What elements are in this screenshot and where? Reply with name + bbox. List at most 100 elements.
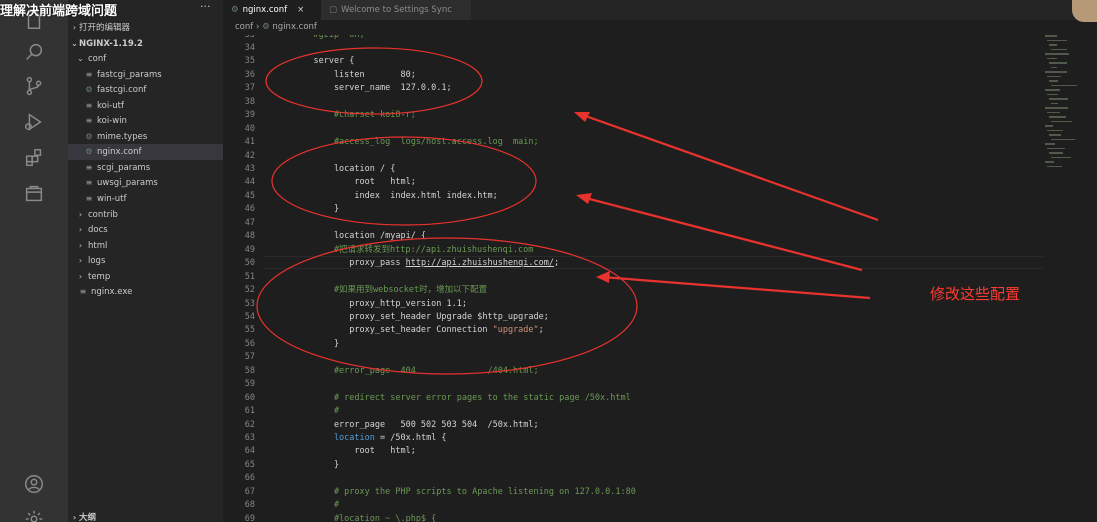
code-line[interactable]: #charset koi8-r; bbox=[293, 109, 416, 123]
folder-item[interactable]: › temp bbox=[68, 269, 223, 285]
breadcrumb-file[interactable]: nginx.conf bbox=[272, 22, 317, 32]
code-line[interactable]: # bbox=[293, 405, 339, 419]
annotation-label: 修改这些配置 bbox=[930, 285, 1021, 303]
code-line[interactable]: #gzip on; bbox=[293, 35, 364, 42]
chevron-down-icon: ⌄ bbox=[71, 39, 78, 48]
search-icon[interactable] bbox=[18, 36, 50, 68]
code-line[interactable]: # bbox=[293, 499, 339, 513]
file-item[interactable]: ≡ koi-utf bbox=[68, 98, 223, 114]
code-line[interactable]: index index.html index.htm; bbox=[293, 190, 497, 204]
code-line[interactable]: server { bbox=[293, 55, 354, 69]
minimap-line bbox=[1047, 111, 1060, 113]
file-item[interactable]: ≡ fastcgi_params bbox=[68, 67, 223, 83]
line-number: 46 bbox=[244, 204, 255, 215]
code-line[interactable]: # proxy the PHP scripts to Apache listen… bbox=[293, 486, 636, 500]
code-token: error_page 500 502 503 504 /50x.html; bbox=[293, 419, 539, 430]
code-line[interactable]: #把请求转发到http://api.zhuishushenqi.com bbox=[293, 244, 533, 258]
code-token: location / { bbox=[293, 164, 396, 174]
open-editors-section[interactable]: › 打开的编辑器 bbox=[68, 20, 223, 36]
code-editor[interactable]: 33 #gzip on; 34 35 server {36 listen 80; 37… bbox=[223, 35, 1097, 522]
code-line[interactable]: #如果用到websocket时，增加以下配置 bbox=[293, 284, 487, 298]
tab-label: Welcome to Settings Sync bbox=[341, 5, 452, 15]
code-token: proxy_http_version 1.1; bbox=[293, 298, 467, 309]
code-line[interactable]: location / { bbox=[293, 163, 395, 177]
code-token: # bbox=[293, 500, 340, 511]
minimap[interactable] bbox=[1045, 35, 1095, 185]
file-item[interactable]: ≡ win-utf bbox=[68, 191, 223, 207]
file-item[interactable]: ≡ uwsgi_params bbox=[68, 175, 223, 191]
breadcrumb-folder[interactable]: conf bbox=[235, 22, 253, 32]
code-line[interactable]: #location ~ \.php$ { bbox=[293, 513, 436, 522]
settings-gear-icon[interactable] bbox=[18, 503, 50, 522]
minimap-line bbox=[1051, 102, 1058, 104]
folder-item[interactable]: › contrib bbox=[68, 207, 223, 223]
folder-item[interactable]: › html bbox=[68, 238, 223, 254]
code-line[interactable]: # redirect server error pages to the sta… bbox=[293, 392, 631, 406]
code-token: # proxy the PHP scripts to Apache listen… bbox=[293, 486, 636, 497]
code-line[interactable]: listen 80; bbox=[293, 69, 416, 83]
folder-item[interactable]: › logs bbox=[68, 253, 223, 269]
account-icon[interactable] bbox=[18, 468, 50, 500]
minimap-line bbox=[1049, 62, 1067, 64]
line-number: 58 bbox=[244, 365, 255, 376]
code-token: location /myapi/ { bbox=[293, 231, 427, 242]
minimap-line bbox=[1051, 48, 1067, 50]
minimap-line bbox=[1047, 147, 1065, 149]
code-line[interactable]: location = /50x.html { bbox=[293, 432, 447, 446]
code-line[interactable]: } bbox=[293, 203, 339, 217]
code-token: server_name 127.0.0.1; bbox=[293, 83, 452, 94]
code-token: root html; bbox=[293, 177, 416, 188]
code-token: proxy_set_header Connection bbox=[293, 325, 493, 336]
code-line[interactable]: server_name 127.0.0.1; bbox=[293, 82, 452, 96]
text-file-icon: ≡ bbox=[85, 116, 93, 126]
file-item[interactable]: ≡ scgi_params bbox=[68, 160, 223, 176]
folder-item[interactable]: ⌄ conf bbox=[68, 51, 223, 67]
code-line[interactable]: proxy_set_header Upgrade $http_upgrade; bbox=[293, 311, 549, 325]
tree-item-label: html bbox=[88, 240, 108, 251]
code-token: location bbox=[293, 433, 375, 443]
code-line[interactable]: error_page 500 502 503 504 /50x.html; bbox=[293, 419, 539, 433]
tree-item-label: fastcgi.conf bbox=[97, 85, 147, 96]
code-line[interactable]: proxy_http_version 1.1; bbox=[293, 298, 467, 312]
code-token: = /50x.html { bbox=[374, 433, 447, 443]
file-item[interactable]: ⚙ mime.types bbox=[68, 129, 223, 145]
breadcrumb-separator: › bbox=[255, 22, 260, 32]
gear-file-icon: ⚙ bbox=[231, 5, 239, 15]
close-icon[interactable]: × bbox=[297, 5, 304, 15]
run-debug-icon[interactable] bbox=[18, 106, 50, 138]
file-item[interactable]: ≡ koi-win bbox=[68, 113, 223, 129]
file-icon: ▢ bbox=[329, 5, 338, 15]
line-number: 63 bbox=[244, 433, 255, 443]
code-token: #如果用到websocket时，增加以下配置 bbox=[293, 285, 488, 296]
code-token: # bbox=[293, 406, 340, 417]
more-actions-button[interactable]: ··· bbox=[200, 0, 211, 13]
code-line[interactable]: proxy_pass http://api.zhuishushenqi.com/… bbox=[293, 257, 559, 271]
remote-explorer-icon[interactable] bbox=[18, 178, 50, 210]
folder-root[interactable]: ⌄NGINX-1.19.2 bbox=[68, 36, 223, 52]
file-item[interactable]: ≡ nginx.exe bbox=[68, 284, 223, 300]
code-line[interactable]: proxy_set_header Connection "upgrade"; bbox=[293, 324, 544, 338]
code-line[interactable]: root html; bbox=[293, 445, 415, 459]
line-number: 65 bbox=[244, 459, 255, 470]
extensions-icon[interactable] bbox=[18, 142, 50, 174]
code-line[interactable]: root html; bbox=[293, 176, 416, 190]
minimap-line bbox=[1047, 57, 1057, 59]
chevron-right-icon: › bbox=[78, 209, 83, 219]
line-number: 64 bbox=[244, 446, 255, 457]
chevron-right-icon: › bbox=[72, 23, 77, 32]
outline-section[interactable]: › 大纲 bbox=[68, 510, 223, 522]
code-line[interactable]: } bbox=[293, 338, 339, 352]
source-control-icon[interactable] bbox=[18, 70, 50, 102]
folder-item[interactable]: › docs bbox=[68, 222, 223, 238]
file-item[interactable]: ⚙ fastcgi.conf bbox=[68, 82, 223, 98]
code-line[interactable]: #error_page 404 /404.html; bbox=[293, 365, 539, 379]
code-line[interactable]: #access_log logs/host.access.log main; bbox=[293, 136, 539, 150]
file-item[interactable]: ⚙ nginx.conf bbox=[68, 144, 223, 160]
line-number: 51 bbox=[244, 271, 255, 282]
minimap-line bbox=[1049, 116, 1066, 118]
code-line[interactable]: location /myapi/ { bbox=[293, 230, 426, 244]
chevron-right-icon: › bbox=[78, 256, 83, 266]
tab-settings-sync[interactable]: ▢ Welcome to Settings Sync bbox=[321, 0, 471, 20]
code-line[interactable]: } bbox=[293, 459, 339, 473]
tab-nginx-conf[interactable]: ⚙ nginx.conf × bbox=[223, 0, 321, 20]
